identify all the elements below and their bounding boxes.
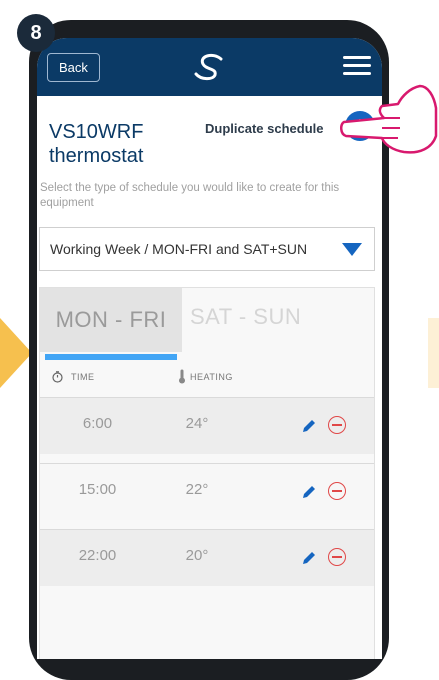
top-bar: Back	[37, 38, 382, 96]
phone-screen: Back VS10WRF thermostat Duplicate schedu…	[37, 38, 382, 659]
edit-pencil-icon[interactable]	[300, 549, 318, 567]
stopwatch-icon	[52, 371, 63, 383]
tab-sat-sun[interactable]: SAT - SUN	[190, 304, 301, 330]
schedule-type-select[interactable]: Working Week / MON-FRI and SAT+SUN	[39, 227, 375, 271]
edit-pencil-icon[interactable]	[300, 483, 318, 501]
device-title: VS10WRF thermostat	[49, 121, 144, 167]
schedule-type-value: Working Week / MON-FRI and SAT+SUN	[50, 241, 308, 257]
thermometer-icon	[179, 369, 185, 384]
edit-pencil-icon[interactable]	[300, 417, 318, 435]
time-header-label: TIME	[71, 372, 95, 382]
schedule-panel: MON - FRI SAT - SUN TIME HEATING 6:00 24…	[39, 287, 375, 659]
schedule-row: 22:00 20°	[40, 529, 374, 586]
schedule-row: 15:00 22°	[40, 463, 374, 520]
app-logo	[191, 50, 227, 87]
row-temperature: 22°	[185, 481, 209, 498]
row-temperature: 24°	[185, 415, 209, 432]
schedule-instruction: Select the type of schedule you would li…	[40, 182, 340, 209]
active-tab-indicator	[45, 354, 177, 360]
delete-row-icon[interactable]	[328, 548, 346, 566]
row-temperature: 20°	[185, 547, 209, 564]
heating-header-label: HEATING	[190, 371, 233, 382]
heating-column-header: HEATING	[178, 369, 233, 384]
delete-row-icon[interactable]	[328, 482, 346, 500]
row-time: 6:00	[82, 415, 113, 432]
callout-arrow	[0, 318, 32, 388]
schedule-row: 6:00 24°	[40, 397, 374, 454]
logo-icon	[194, 53, 223, 81]
callout-arrow-right	[428, 318, 439, 388]
duplicate-schedule-label: Duplicate schedule	[205, 121, 324, 136]
step-badge: 8	[17, 14, 55, 52]
row-time: 22:00	[78, 547, 117, 564]
dropdown-caret-icon	[342, 243, 362, 256]
back-button[interactable]: Back	[47, 53, 100, 82]
pointing-hand-icon	[340, 84, 438, 154]
hamburger-menu-icon[interactable]	[343, 56, 371, 76]
delete-row-icon[interactable]	[328, 416, 346, 434]
tab-mon-fri[interactable]: MON - FRI	[40, 288, 182, 352]
row-time: 15:00	[78, 481, 117, 498]
time-column-header: TIME	[52, 371, 95, 383]
